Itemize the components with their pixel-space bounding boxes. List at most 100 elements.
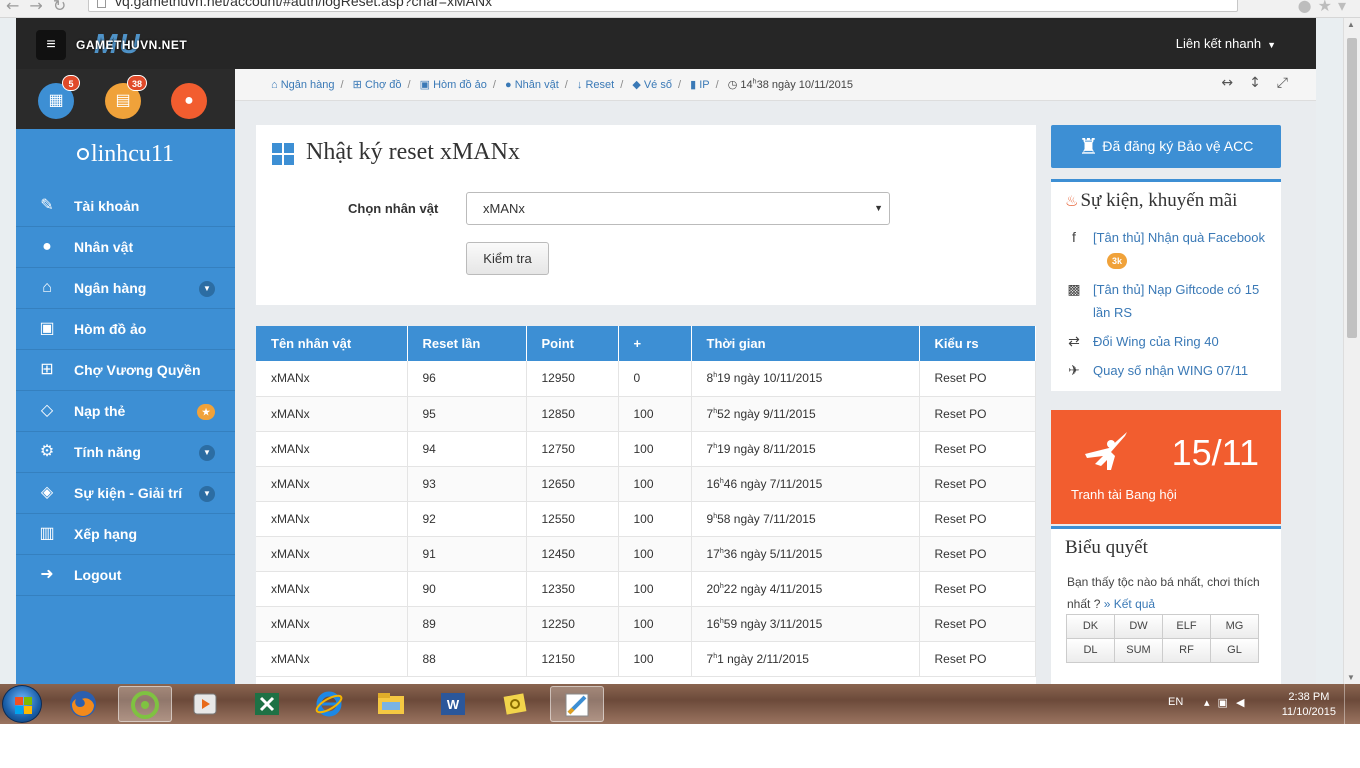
crumb-virtual-chest[interactable]: ▣ Hòm đồ ảo	[420, 79, 487, 91]
sidebar-item-character[interactable]: ● Nhân vật	[16, 227, 235, 268]
bookmark-star-icon[interactable]: ★	[1318, 0, 1338, 15]
calendar-shortcut[interactable]: ▦ 5	[38, 75, 80, 119]
cell-point: 12950	[526, 361, 619, 397]
account-protection-button[interactable]: ♜ Đã đăng ký Bảo vệ ACC	[1051, 125, 1281, 168]
event-text: Quay số nhận WING 07/11	[1093, 363, 1249, 378]
col-header-type: Kiểu rs	[919, 326, 1036, 361]
table-header-row: Tên nhân vật Reset lần Point + Thời gian…	[256, 326, 1036, 361]
poll-option-button[interactable]: DK	[1066, 614, 1115, 639]
dropdown-arrow-icon: ▼	[874, 203, 883, 213]
word-taskbar-icon[interactable]: W	[426, 686, 480, 722]
start-button[interactable]	[2, 685, 42, 723]
crumb-bank[interactable]: ⌂ Ngân hàng	[271, 79, 335, 91]
poll-option-button[interactable]: RF	[1162, 638, 1211, 663]
expand-horizontal-icon[interactable]: ↔	[1221, 75, 1249, 91]
sidebar-item-market[interactable]: ⊞ Chợ Vương Quyền	[16, 350, 235, 391]
excel-taskbar-icon[interactable]	[240, 686, 294, 722]
poll-option-button[interactable]: DW	[1114, 614, 1163, 639]
show-hidden-icons-icon[interactable]: ▴	[1204, 696, 1218, 709]
forward-icon[interactable]: →	[29, 0, 52, 15]
clock[interactable]: 2:38 PM 11/10/2015	[1282, 690, 1336, 720]
character-select-label: Chọn nhân vật	[348, 201, 439, 216]
site-logo[interactable]: MU GAMETHUVN.NET	[76, 30, 194, 58]
notes-taskbar-icon[interactable]	[488, 686, 542, 722]
fullscreen-icon[interactable]: ⤢	[1277, 75, 1304, 91]
sidebar-item-label: Sự kiện - Giải trí	[74, 485, 183, 501]
page-scrollbar[interactable]: ▲ ▼	[1343, 18, 1360, 684]
crumb-market[interactable]: ⊞ Chợ đồ	[353, 79, 402, 91]
username: linhcu11	[16, 141, 235, 168]
cell-point: 12350	[526, 571, 619, 607]
spy-icon: ♜	[1078, 134, 1099, 159]
sidebar-item-topup[interactable]: ◇ Nạp thẻ ★	[16, 391, 235, 432]
show-desktop-button[interactable]	[1344, 684, 1358, 724]
chat-shortcut[interactable]: ●	[171, 83, 207, 119]
sidebar-item-label: Xếp hạng	[74, 526, 138, 542]
event-link-facebook[interactable]: f [Tân thủ] Nhận quà Facebook 3k	[1065, 226, 1275, 272]
crumb-reset[interactable]: ↓ Reset	[577, 79, 614, 91]
crumb-character[interactable]: ● Nhân vật	[505, 79, 559, 91]
check-button[interactable]: Kiểm tra	[466, 242, 549, 275]
table-row: xMANx 92 12550 100 9h58 ngày 7/11/2015 Reset …	[256, 501, 1036, 537]
coccoc-taskbar-icon[interactable]	[118, 686, 172, 722]
cell-reset: 94	[407, 431, 527, 467]
poll-result-link[interactable]: » Kết quả	[1104, 597, 1155, 611]
cards-shortcut[interactable]: ▤ 38	[105, 75, 147, 119]
cell-name: xMANx	[256, 606, 408, 642]
sidebar-item-events[interactable]: ◈ Sự kiện - Giải trí ▼	[16, 473, 235, 514]
table-row: xMANx 95 12850 100 7h52 ngày 9/11/2015 Reset …	[256, 396, 1036, 432]
cell-time: 20h22 ngày 4/11/2015	[691, 571, 920, 607]
poll-option-button[interactable]: GL	[1210, 638, 1259, 663]
crumb-label: Vé số	[643, 79, 672, 91]
language-indicator[interactable]: EN	[1168, 696, 1183, 708]
sidebar-item-account[interactable]: ✎ Tài khoản	[16, 186, 235, 227]
scroll-up-icon[interactable]: ▲	[1347, 20, 1355, 29]
sidebar-item-bank[interactable]: ⌂ Ngân hàng ▼	[16, 268, 235, 309]
poll-option-button[interactable]: DL	[1066, 638, 1115, 663]
event-link-wing-exchange[interactable]: ⇄ Đổi Wing của Ring 40	[1065, 330, 1275, 353]
hamburger-menu-icon[interactable]: ≡	[36, 30, 66, 60]
paint-taskbar-icon[interactable]	[550, 686, 604, 722]
menu-icon[interactable]: ▾	[1338, 0, 1352, 15]
firefox-taskbar-icon[interactable]	[56, 686, 110, 722]
character-select[interactable]: xMANx ▼	[466, 192, 890, 225]
reload-icon[interactable]: ↻	[53, 0, 76, 15]
scroll-down-icon[interactable]: ▼	[1347, 673, 1355, 682]
poll-option-button[interactable]: ELF	[1162, 614, 1211, 639]
network-icon[interactable]: ▣	[1218, 696, 1236, 709]
address-bar[interactable]: vq.gamethuvn.net/account/#auth/logReset.…	[88, 0, 1238, 12]
cell-type: Reset PO	[919, 571, 1036, 607]
sidebar-item-features[interactable]: ⚙ Tính năng ▼	[16, 432, 235, 473]
chevron-down-icon[interactable]: ▼	[199, 445, 215, 461]
sidebar: ▦ 5 ▤ 38 ● linhcu11 ✎ Tài khoản ● Nhân vật…	[16, 69, 235, 684]
poll-option-button[interactable]: SUM	[1114, 638, 1163, 663]
browser-nav-buttons[interactable]: ←→↻	[6, 0, 76, 15]
diamond-icon: ◇	[40, 402, 54, 419]
sidebar-item-virtual-chest[interactable]: ▣ Hòm đồ ảo	[16, 309, 235, 350]
crumb-lottery[interactable]: ◆ Vé số	[632, 79, 672, 91]
sidebar-item-logout[interactable]: ➜ Logout	[16, 555, 235, 596]
crumb-ip[interactable]: ▮ IP	[690, 79, 710, 91]
chevron-down-icon[interactable]: ▼	[199, 281, 215, 297]
poll-title: Biểu quyết	[1065, 537, 1148, 558]
event-link-giftcode[interactable]: ▩ [Tân thủ] Nạp Giftcode có 15 lần RS	[1065, 278, 1275, 324]
file-explorer-taskbar-icon[interactable]	[364, 686, 418, 722]
scroll-thumb[interactable]	[1347, 38, 1357, 338]
media-player-taskbar-icon[interactable]	[178, 686, 232, 722]
cell-point: 12650	[526, 466, 619, 502]
back-icon[interactable]: ←	[6, 0, 29, 15]
expand-vertical-icon[interactable]: ↕	[1249, 75, 1277, 91]
windows-logo-icon	[272, 143, 294, 165]
volume-muted-icon[interactable]: ◀	[1236, 696, 1252, 709]
guild-war-banner[interactable]: 15/11 Tranh tài Bang hội	[1051, 410, 1281, 524]
guild-war-caption: Tranh tài Bang hội	[1071, 487, 1177, 502]
event-link-wing-lottery[interactable]: ✈ Quay số nhận WING 07/11	[1065, 359, 1275, 382]
internet-explorer-taskbar-icon[interactable]	[302, 686, 356, 722]
cell-reset: 92	[407, 501, 527, 537]
poll-option-button[interactable]: MG	[1210, 614, 1259, 639]
extension-icon[interactable]: ●	[1298, 0, 1318, 15]
chevron-down-icon[interactable]: ▼	[199, 486, 215, 502]
quick-links-dropdown[interactable]: Liên kết nhanh ▼	[1176, 36, 1276, 51]
sidebar-item-ranking[interactable]: ▥ Xếp hạng	[16, 514, 235, 555]
cell-type: Reset PO	[919, 466, 1036, 502]
